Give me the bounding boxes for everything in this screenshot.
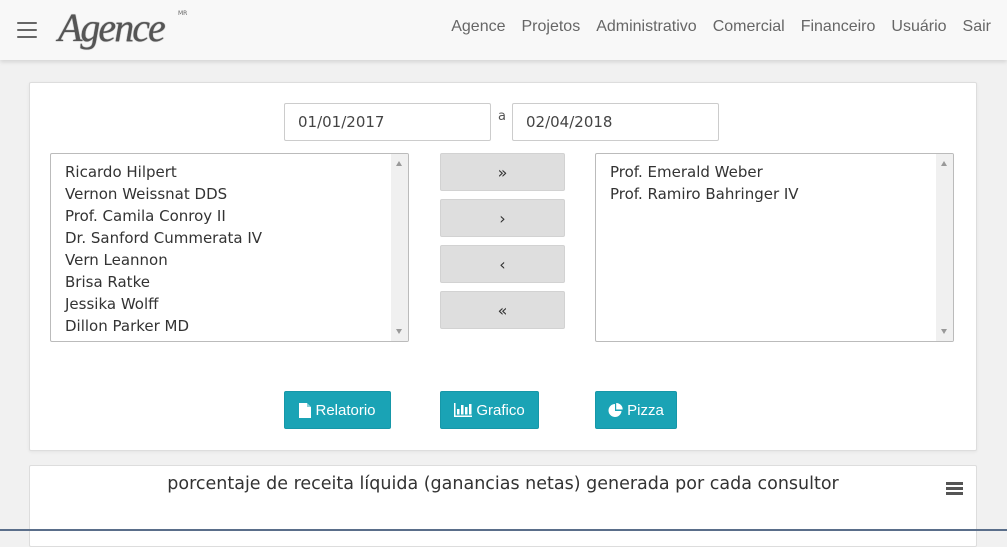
nav-link-agence[interactable]: Agence bbox=[451, 18, 505, 36]
chart-menu-icon[interactable] bbox=[946, 482, 963, 496]
date-to-input[interactable] bbox=[512, 103, 719, 141]
list-item[interactable]: Vern Leannon bbox=[65, 249, 408, 271]
logo-mark: MR bbox=[178, 10, 188, 17]
nav-link-comercial[interactable]: Comercial bbox=[713, 18, 785, 36]
top-navbar: Agence MR Agence Projetos Administrativo… bbox=[0, 0, 1007, 60]
remove-one-button[interactable]: ‹ bbox=[440, 245, 565, 283]
relatorio-label: Relatorio bbox=[315, 401, 376, 419]
grafico-button[interactable]: Grafico bbox=[440, 391, 539, 429]
list-item[interactable]: Brisa Ratke bbox=[65, 271, 408, 293]
selected-consultants-list[interactable]: Prof. Emerald Weber Prof. Ramiro Bahring… bbox=[595, 153, 954, 342]
scroll-down-icon[interactable] bbox=[396, 329, 402, 334]
list-item[interactable]: Prof. Emerald Weber bbox=[610, 161, 953, 183]
scroll-up-icon[interactable] bbox=[941, 161, 947, 166]
scroll-down-icon[interactable] bbox=[941, 329, 947, 334]
divider bbox=[0, 529, 1007, 531]
agence-logo[interactable]: Agence bbox=[58, 4, 166, 51]
add-all-button[interactable]: » bbox=[440, 153, 565, 191]
nav-links: Agence Projetos Administrativo Comercial… bbox=[451, 18, 1007, 36]
scroll-up-icon[interactable] bbox=[396, 161, 402, 166]
nav-link-financeiro[interactable]: Financeiro bbox=[801, 18, 876, 36]
nav-link-projetos[interactable]: Projetos bbox=[522, 18, 581, 36]
list-item[interactable]: Prof. Ramiro Bahringer IV bbox=[610, 183, 953, 205]
list-item[interactable]: Dr. Sanford Cummerata IV bbox=[65, 227, 408, 249]
pizza-button[interactable]: Pizza bbox=[595, 391, 677, 429]
list-scrollbar[interactable] bbox=[936, 154, 953, 341]
relatorio-button[interactable]: Relatorio bbox=[284, 391, 391, 429]
nav-link-administrativo[interactable]: Administrativo bbox=[596, 18, 696, 36]
list-item[interactable]: Dillon Parker MD bbox=[65, 315, 408, 337]
date-separator: a bbox=[498, 109, 506, 124]
available-consultants-list[interactable]: Ricardo Hilpert Vernon Weissnat DDS Prof… bbox=[50, 153, 409, 342]
bar-chart-icon bbox=[454, 403, 473, 417]
hamburger-menu-icon[interactable] bbox=[17, 22, 37, 38]
add-one-button[interactable]: › bbox=[440, 199, 565, 237]
consultant-filter-panel: a Ricardo Hilpert Vernon Weissnat DDS Pr… bbox=[29, 82, 977, 451]
pizza-label: Pizza bbox=[627, 401, 664, 419]
list-scrollbar[interactable] bbox=[391, 154, 408, 341]
nav-link-sair[interactable]: Sair bbox=[963, 18, 991, 36]
list-item[interactable]: Jessika Wolff bbox=[65, 293, 408, 315]
remove-all-button[interactable]: « bbox=[440, 291, 565, 329]
list-item[interactable]: Vernon Weissnat DDS bbox=[65, 183, 408, 205]
list-item[interactable]: Prof. Camila Conroy II bbox=[65, 205, 408, 227]
file-icon bbox=[299, 402, 312, 418]
date-from-input[interactable] bbox=[284, 103, 491, 141]
chart-panel: porcentaje de receita líquida (ganancias… bbox=[29, 465, 977, 547]
nav-link-usuario[interactable]: Usuário bbox=[891, 18, 946, 36]
grafico-label: Grafico bbox=[476, 401, 525, 419]
chart-title: porcentaje de receita líquida (ganancias… bbox=[167, 474, 839, 494]
pie-chart-icon bbox=[608, 402, 623, 417]
list-item[interactable]: Ricardo Hilpert bbox=[65, 161, 408, 183]
